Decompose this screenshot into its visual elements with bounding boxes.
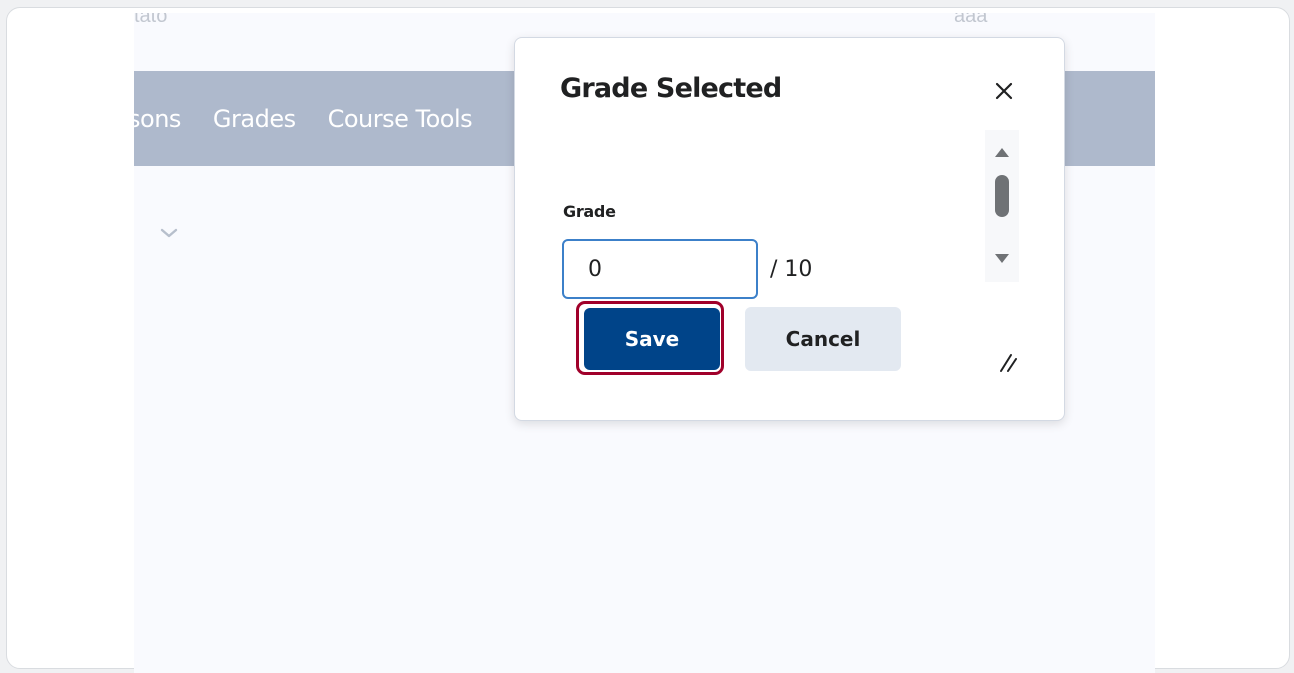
grade-input[interactable]: 0 <box>562 239 758 299</box>
dialog-title: Grade Selected <box>560 73 782 104</box>
save-button[interactable]: Save <box>584 308 720 370</box>
nav-item-course-tools[interactable]: Course Tools <box>328 105 473 133</box>
close-icon <box>995 82 1013 100</box>
nav-item-lessons[interactable]: sons <box>134 105 181 133</box>
header-partial-text: aaa <box>954 13 988 27</box>
nav-item-grades[interactable]: Grades <box>213 105 296 133</box>
close-button[interactable] <box>989 76 1019 106</box>
grade-label: Grade <box>563 202 616 221</box>
breadcrumb-partial: tato <box>134 13 168 27</box>
cancel-button[interactable]: Cancel <box>745 307 901 371</box>
dialog-scroll-area: Grade 0 / 10 <box>560 138 980 318</box>
dialog-scrollbar[interactable] <box>985 130 1019 282</box>
scrollbar-thumb[interactable] <box>995 175 1009 217</box>
scroll-down-icon[interactable] <box>995 254 1009 263</box>
grade-out-of: / 10 <box>770 257 813 282</box>
scroll-up-icon[interactable] <box>995 148 1009 157</box>
nav-items: sons Grades Course Tools <box>134 71 504 166</box>
chevron-down-icon[interactable] <box>158 225 180 241</box>
resize-handle-icon[interactable] <box>997 351 1019 373</box>
